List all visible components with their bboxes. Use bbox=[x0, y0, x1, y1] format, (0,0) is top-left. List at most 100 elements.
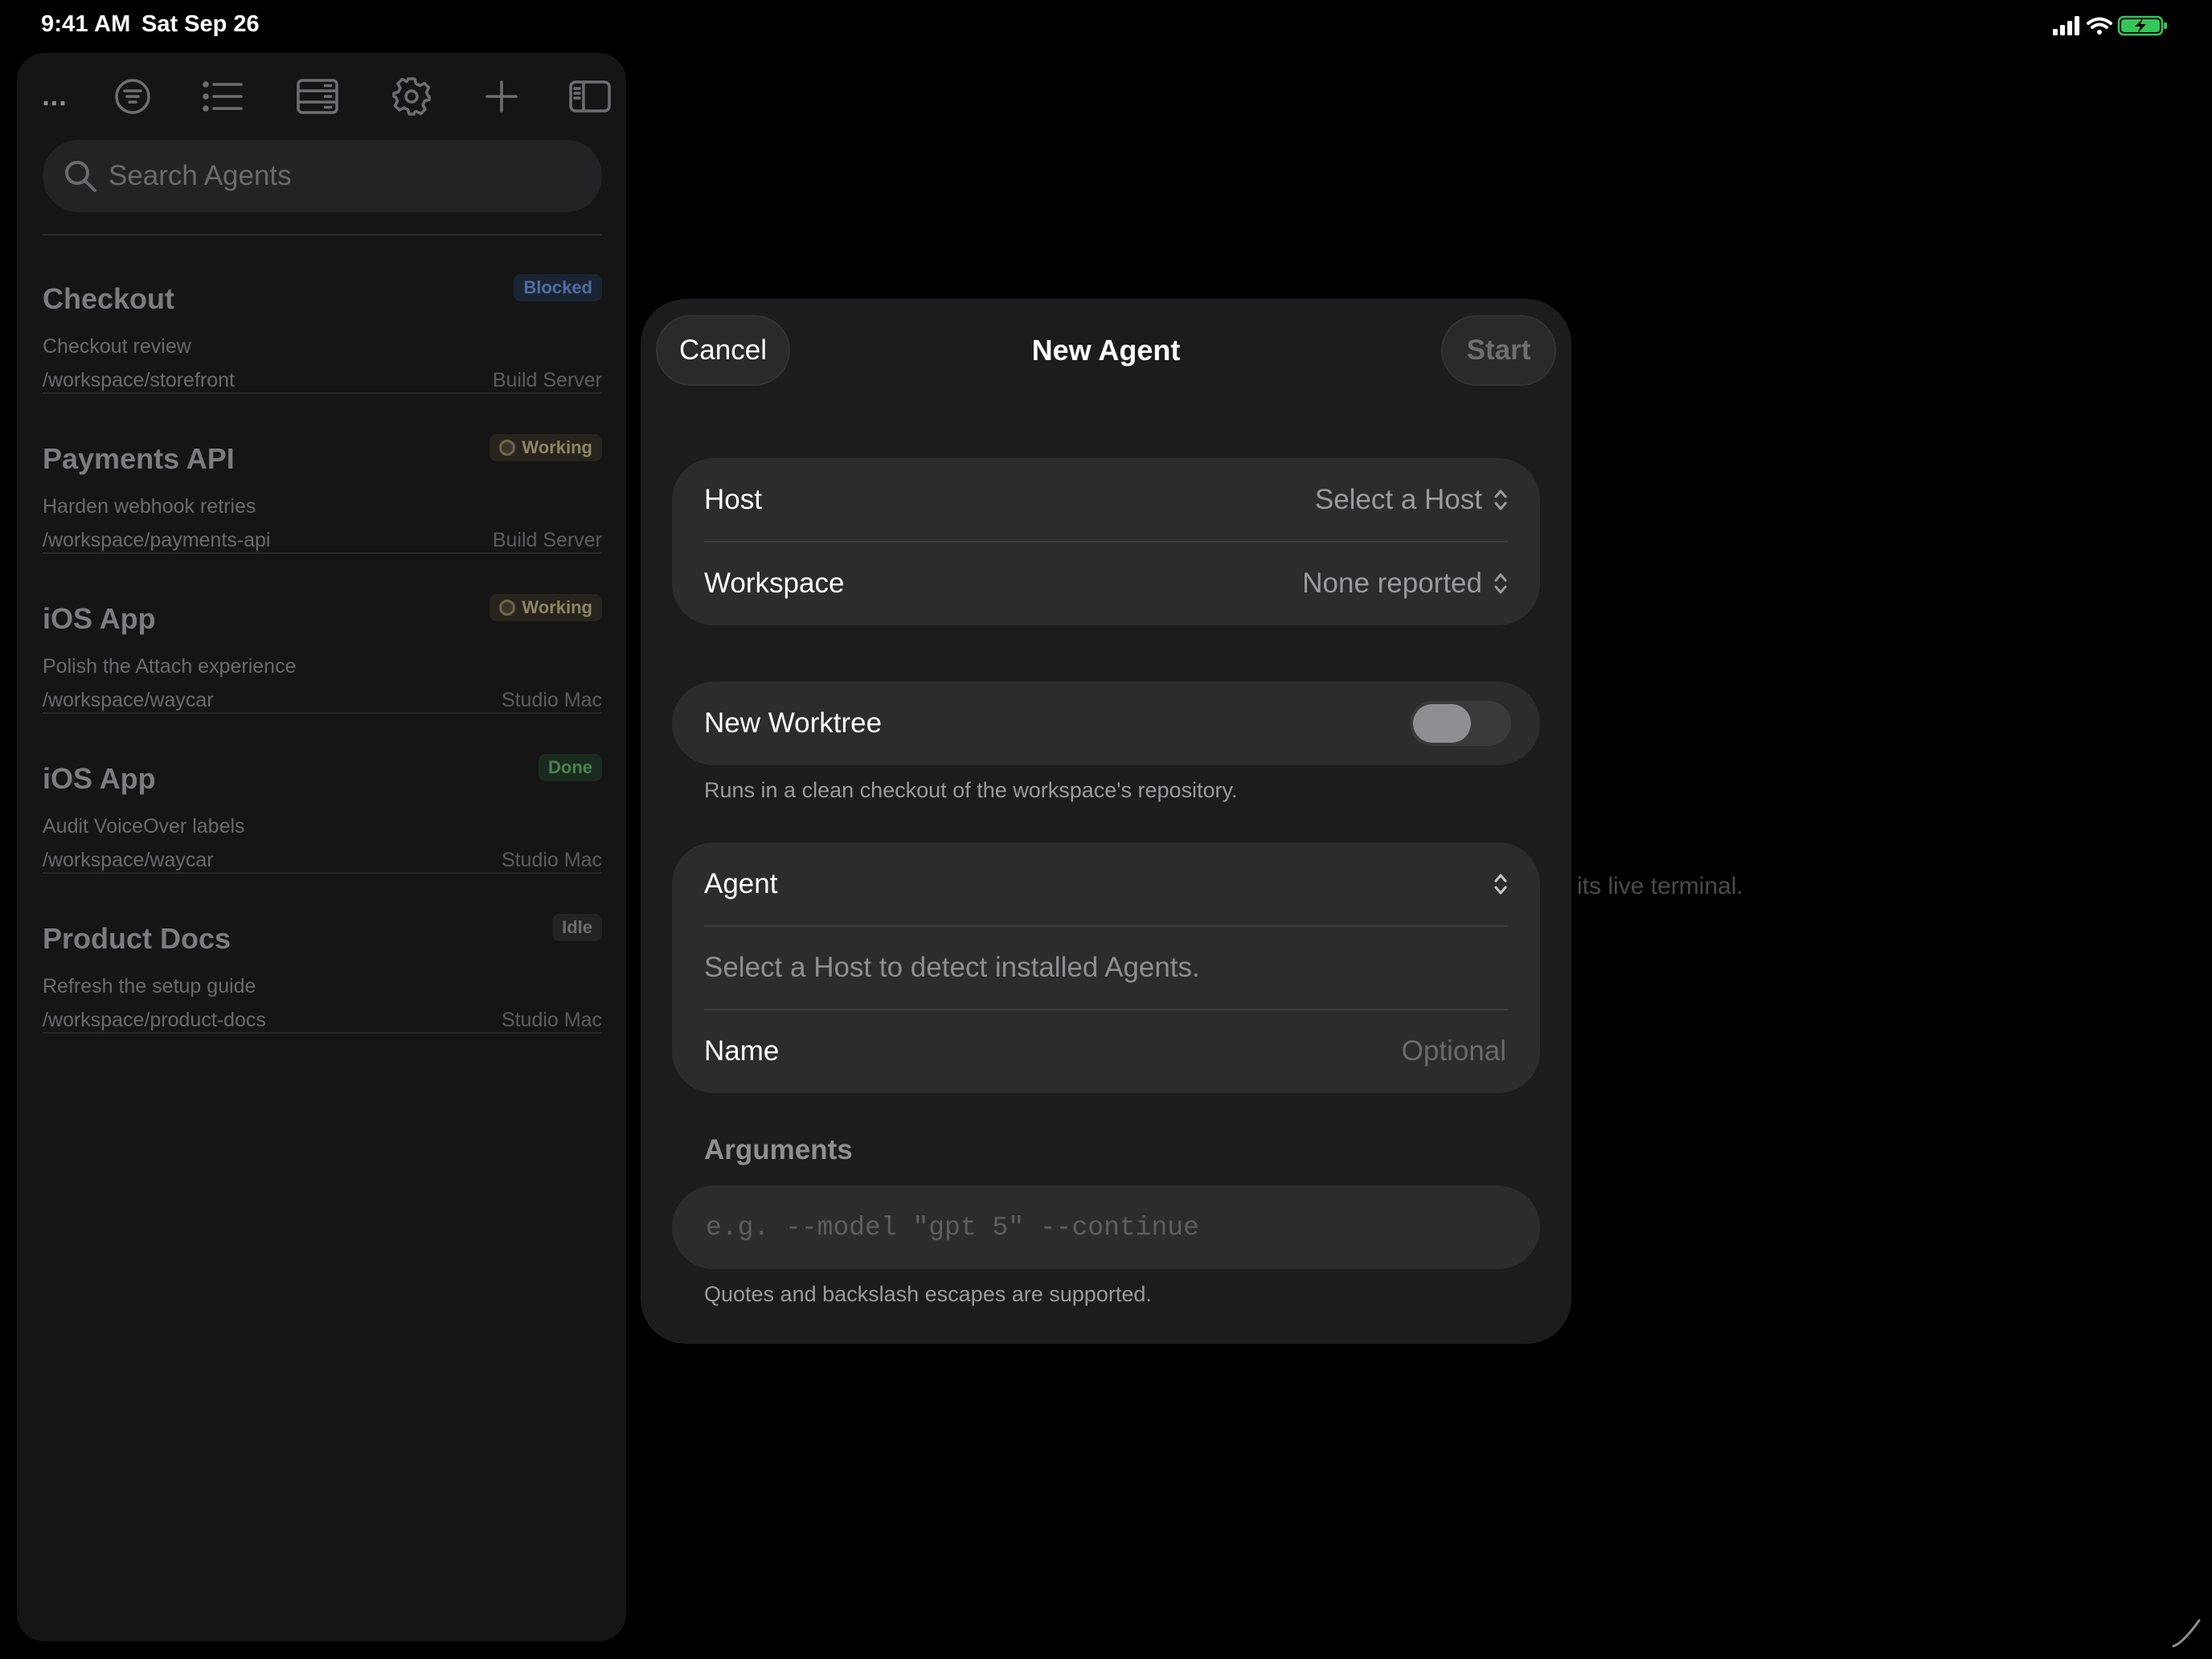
search-input[interactable] bbox=[107, 140, 573, 212]
agent-detect-hint: Select a Host to detect installed Agents… bbox=[704, 952, 1200, 983]
agent-host: Studio Mac bbox=[501, 689, 602, 711]
status-badge: Working bbox=[490, 434, 602, 461]
search-bar[interactable] bbox=[43, 140, 602, 212]
gear-icon bbox=[392, 77, 431, 116]
sheet-title: New Agent bbox=[1031, 334, 1181, 367]
agent-group: Agent Select a Host to detect installed … bbox=[672, 842, 1540, 1093]
worktree-row: New Worktree bbox=[672, 682, 1540, 765]
chevron-up-down-icon bbox=[1494, 573, 1507, 594]
server-icon bbox=[297, 79, 338, 114]
new-agent-button[interactable] bbox=[469, 64, 534, 129]
agent-title: Payments API bbox=[43, 442, 235, 475]
settings-button[interactable] bbox=[379, 64, 444, 129]
status-icons bbox=[2053, 14, 2173, 37]
status-badge-label: Done bbox=[548, 757, 592, 777]
workspace-value-text: None reported bbox=[1302, 567, 1482, 599]
chevron-up-down-icon bbox=[1494, 490, 1507, 510]
list-icon bbox=[203, 81, 243, 112]
agent-subtitle: Refresh the setup guide bbox=[43, 975, 256, 997]
more-button[interactable]: ... bbox=[23, 64, 87, 129]
status-badge-label: Working bbox=[522, 597, 592, 617]
agent-title: Checkout bbox=[43, 282, 175, 315]
ellipsis-icon: ... bbox=[42, 80, 68, 112]
agent-picker[interactable]: Agent bbox=[672, 842, 1540, 926]
toggle-knob bbox=[1413, 704, 1471, 743]
agent-subtitle: Polish the Attach experience bbox=[43, 655, 297, 678]
cellular-signal-icon bbox=[2053, 16, 2079, 35]
host-workspace-group: Host Select a Host Workspace None report… bbox=[672, 458, 1540, 625]
arguments-label: Arguments bbox=[704, 1134, 853, 1165]
status-badge: Blocked bbox=[514, 274, 602, 301]
status-badge-label: Idle bbox=[562, 917, 592, 937]
agent-path: /workspace/storefront bbox=[43, 369, 235, 391]
filter-icon bbox=[115, 79, 150, 114]
agent-subtitle: Harden webhook retries bbox=[43, 495, 256, 518]
worktree-label: New Worktree bbox=[704, 707, 883, 739]
agent-hint-row: Select a Host to detect installed Agents… bbox=[672, 925, 1540, 1010]
status-badge-label: Working bbox=[522, 437, 592, 457]
agent-host: Build Server bbox=[492, 529, 602, 551]
agent-path: /workspace/product-docs bbox=[43, 1009, 266, 1031]
agent-subtitle: Checkout review bbox=[43, 335, 191, 358]
list-view-button[interactable] bbox=[190, 64, 255, 129]
host-label: Host bbox=[704, 484, 762, 515]
status-badge: Done bbox=[539, 754, 602, 781]
sidebar: ... Search Agents Checkout Blocked Check… bbox=[17, 53, 626, 1641]
status-time: 9:41 AM bbox=[41, 11, 131, 37]
agent-path: /workspace/waycar bbox=[43, 689, 214, 711]
agent-value bbox=[1493, 842, 1508, 926]
agent-host: Studio Mac bbox=[501, 849, 602, 871]
workspace-picker[interactable]: Workspace None reported bbox=[672, 541, 1540, 625]
agent-title: Product Docs bbox=[43, 922, 231, 955]
new-worktree-toggle[interactable] bbox=[1410, 701, 1511, 746]
workspace-label: Workspace bbox=[704, 567, 845, 599]
search-icon bbox=[63, 159, 97, 193]
agent-title: iOS App bbox=[43, 602, 156, 635]
host-value-text: Select a Host bbox=[1314, 484, 1482, 515]
status-badge-label: Blocked bbox=[523, 277, 592, 297]
new-agent-sheet: Cancel New Agent Start Host Select a Hos… bbox=[641, 299, 1571, 1344]
agent-host: Build Server bbox=[492, 369, 602, 391]
sidebar-toolbar: ... bbox=[17, 53, 626, 141]
working-indicator-icon bbox=[499, 600, 516, 616]
chevron-up-down-icon bbox=[1494, 874, 1507, 895]
filter-button[interactable] bbox=[100, 64, 165, 129]
worktree-group: New Worktree bbox=[672, 682, 1540, 765]
hosts-button[interactable] bbox=[285, 64, 350, 129]
agent-list-item[interactable]: Checkout Blocked Checkout review /worksp… bbox=[43, 234, 602, 394]
arguments-field[interactable] bbox=[672, 1186, 1540, 1269]
name-row: Name bbox=[672, 1009, 1540, 1093]
status-badge: Idle bbox=[552, 914, 602, 941]
wifi-icon bbox=[2087, 17, 2112, 35]
name-label: Name bbox=[704, 1035, 780, 1067]
working-indicator-icon bbox=[499, 440, 516, 456]
agent-list-item[interactable]: Payments API Working Harden webhook retr… bbox=[43, 394, 602, 554]
agent-label: Agent bbox=[704, 868, 778, 899]
sidebar-toggle-button[interactable] bbox=[558, 64, 622, 129]
agent-title: iOS App bbox=[43, 762, 156, 795]
plus-icon bbox=[485, 80, 518, 113]
host-picker[interactable]: Host Select a Host bbox=[672, 458, 1540, 542]
agent-list-item[interactable]: Product Docs Idle Refresh the setup guid… bbox=[43, 874, 602, 1034]
name-input[interactable] bbox=[1106, 1010, 1508, 1093]
arguments-input[interactable] bbox=[704, 1186, 1508, 1269]
detail-placeholder-text: its live terminal. bbox=[1577, 873, 1743, 899]
arguments-footnote: Quotes and backslash escapes are support… bbox=[704, 1282, 1152, 1306]
status-badge: Working bbox=[490, 594, 602, 621]
agent-list: Checkout Blocked Checkout review /worksp… bbox=[43, 234, 602, 1034]
agent-list-item[interactable]: iOS App Done Audit VoiceOver labels /wor… bbox=[43, 714, 602, 874]
sidebar-toggle-icon bbox=[569, 80, 611, 113]
pencil-hover-icon bbox=[2172, 1619, 2201, 1648]
status-date: Sat Sep 26 bbox=[141, 11, 260, 37]
host-value: Select a Host bbox=[1315, 458, 1508, 542]
battery-charging-icon bbox=[2117, 15, 2167, 36]
worktree-footnote: Runs in a clean checkout of the workspac… bbox=[704, 778, 1238, 802]
status-bar: 9:41 AM Sat Sep 26 bbox=[0, 0, 2212, 51]
agent-host: Studio Mac bbox=[501, 1009, 602, 1031]
start-button[interactable]: Start bbox=[1441, 315, 1556, 386]
agent-subtitle: Audit VoiceOver labels bbox=[43, 815, 245, 838]
workspace-value: None reported bbox=[1302, 542, 1508, 625]
agent-path: /workspace/waycar bbox=[43, 849, 214, 871]
agent-path: /workspace/payments-api bbox=[43, 529, 271, 551]
agent-list-item[interactable]: iOS App Working Polish the Attach experi… bbox=[43, 554, 602, 714]
